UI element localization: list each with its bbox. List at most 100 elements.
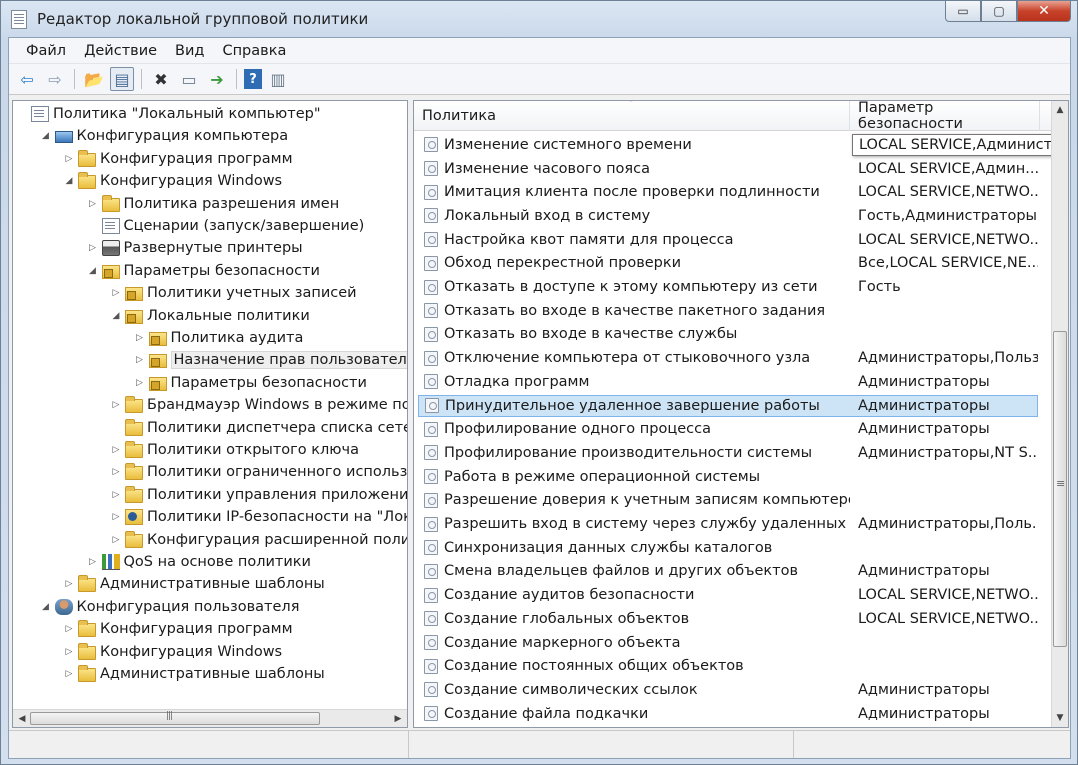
tree-node[interactable]: ▷ Брандмауэр Windows в режиме повыш: [109, 394, 407, 416]
policy-row[interactable]: Обход перекрестной проверки Все,LOCAL SER…: [414, 252, 1054, 276]
tree-node[interactable]: ◢ Конфигурация пользователя: [39, 596, 299, 618]
expand-arrow-icon[interactable]: ▷: [109, 288, 123, 298]
column-security-setting[interactable]: Параметр безопасности: [850, 101, 1040, 132]
expand-arrow-icon[interactable]: ▷: [62, 647, 76, 657]
tree-node[interactable]: ▷ Политики IP-безопасности на "Локаль: [109, 506, 407, 528]
forward-arrow-icon[interactable]: ⇨: [43, 67, 67, 91]
tree-node[interactable]: ▷ QoS на основе политики: [86, 551, 311, 573]
expand-arrow-icon[interactable]: ▷: [133, 378, 147, 388]
properties-icon[interactable]: ▭: [177, 67, 201, 91]
scroll-up-arrow-icon[interactable]: ▲: [1052, 102, 1068, 118]
maximize-button[interactable]: ▢: [981, 1, 1017, 22]
expand-arrow-icon[interactable]: ▷: [62, 154, 76, 164]
tree-node[interactable]: Политики диспетчера списка сетей: [109, 417, 407, 439]
tree-node[interactable]: Политика "Локальный компьютер": [15, 103, 321, 125]
expand-arrow-icon[interactable]: ▷: [133, 355, 147, 365]
menu-view[interactable]: Вид: [166, 43, 213, 59]
collapse-arrow-icon[interactable]: ◢: [62, 176, 76, 186]
policy-row[interactable]: Создание маркерного объекта: [414, 631, 1054, 655]
expand-arrow-icon[interactable]: ▷: [109, 490, 123, 500]
policy-row[interactable]: Отключение компьютера от стыковочного уз…: [414, 346, 1054, 370]
collapse-arrow-icon[interactable]: ◢: [39, 131, 53, 141]
tree-node[interactable]: ▷ Развернутые принтеры: [86, 237, 303, 259]
collapse-arrow-icon[interactable]: ◢: [39, 602, 53, 612]
policy-row[interactable]: Отказать в доступе к этому компьютеру из…: [414, 275, 1054, 299]
expand-arrow-icon[interactable]: ▷: [133, 333, 147, 343]
title-bar[interactable]: Редактор локальной групповой политики ▭ …: [1, 1, 1077, 37]
menu-action[interactable]: Действие: [75, 43, 166, 59]
menu-file[interactable]: Файл: [17, 43, 75, 59]
policy-row[interactable]: Профилирование одного процесса Администра…: [414, 417, 1054, 441]
policy-row[interactable]: Смена владельцев файлов и других объекто…: [414, 560, 1054, 584]
back-arrow-icon[interactable]: ⇦: [15, 67, 39, 91]
menu-help[interactable]: Справка: [213, 43, 295, 59]
policy-row[interactable]: Локальный вход в систему Гость,Администра…: [414, 204, 1054, 228]
console-tree-icon[interactable]: ▥: [266, 67, 290, 91]
delete-icon[interactable]: ✖: [149, 67, 173, 91]
list-vertical-scrollbar[interactable]: ▲ ▼: [1051, 101, 1068, 727]
policy-row[interactable]: Разрешение доверия к учетным записям ком…: [414, 489, 1054, 513]
tree-node[interactable]: ▷ Административные шаблоны: [62, 663, 325, 685]
collapse-arrow-icon[interactable]: ◢: [109, 311, 123, 321]
tree-node[interactable]: ◢ Конфигурация Windows: [62, 170, 282, 192]
policy-row[interactable]: Изменение часового пояса LOCAL SERVICE,Ад…: [414, 157, 1054, 181]
expand-arrow-icon[interactable]: ▷: [86, 243, 100, 253]
policy-row[interactable]: Отказать во входе в качестве службы: [414, 323, 1054, 347]
tree-node[interactable]: ▷ Конфигурация Windows: [62, 641, 282, 663]
policy-row[interactable]: Разрешить вход в систему через службу уд…: [414, 512, 1054, 536]
tree-node[interactable]: ▷ Конфигурация расширенной политики: [109, 529, 407, 551]
policy-row[interactable]: Создание аудитов безопасности LOCAL SERVI…: [414, 583, 1054, 607]
expand-arrow-icon[interactable]: ▷: [109, 400, 123, 410]
tree-node[interactable]: ◢ Локальные политики: [109, 305, 310, 327]
expand-arrow-icon[interactable]: ▷: [109, 512, 123, 522]
expand-arrow-icon[interactable]: ▷: [109, 467, 123, 477]
policy-row[interactable]: Имитация клиента после проверки подлинно…: [414, 180, 1054, 204]
column-policy[interactable]: Политика ˄: [414, 101, 850, 131]
policy-row[interactable]: Создание постоянных общих объектов: [414, 654, 1054, 678]
tree-node[interactable]: ▷ Политики ограниченного использован: [109, 461, 407, 483]
expand-arrow-icon[interactable]: ▷: [86, 199, 100, 209]
scroll-down-arrow-icon[interactable]: ▼: [1052, 710, 1068, 726]
list-scroll-thumb[interactable]: [1053, 331, 1067, 647]
tree-node[interactable]: ▷ Политика разрешения имен: [86, 193, 339, 215]
tree-node[interactable]: ▷ Конфигурация программ: [62, 148, 293, 170]
tree-node[interactable]: ▷ Конфигурация программ: [62, 618, 293, 640]
tree-node[interactable]: ▷ Политика аудита: [133, 327, 303, 349]
expand-arrow-icon[interactable]: ▷: [62, 624, 76, 634]
tree-node[interactable]: ▷ Политики учетных записей: [109, 282, 357, 304]
expand-arrow-icon[interactable]: ▷: [62, 579, 76, 589]
expand-arrow-icon[interactable]: ▷: [86, 557, 100, 567]
policy-row[interactable]: Профилирование производительности систем…: [414, 441, 1054, 465]
collapse-arrow-icon[interactable]: ◢: [86, 266, 100, 276]
show-hide-tree-icon[interactable]: ▤: [110, 67, 134, 91]
tree-node[interactable]: ◢ Параметры безопасности: [86, 260, 320, 282]
export-list-icon[interactable]: ➔: [205, 67, 229, 91]
policy-row[interactable]: Создание файла подкачки Администраторы: [414, 702, 1054, 726]
expand-arrow-icon[interactable]: ▷: [109, 535, 123, 545]
policy-row[interactable]: Создание символических ссылок Администрат…: [414, 678, 1054, 702]
tree-node[interactable]: ▷ Политики управления приложениями: [109, 484, 407, 506]
help-icon[interactable]: ?: [244, 69, 262, 89]
policy-row[interactable]: Принудительное удаленное завершение рабо…: [414, 394, 1054, 418]
expand-arrow-icon[interactable]: ▷: [109, 445, 123, 455]
policy-row[interactable]: Создание глобальных объектов LOCAL SERVIC…: [414, 607, 1054, 631]
tree-scroll-thumb[interactable]: [30, 711, 320, 725]
scroll-right-arrow-icon[interactable]: ▶: [390, 711, 406, 727]
policy-row[interactable]: Отказать во входе в качестве пакетного з…: [414, 299, 1054, 323]
tree-node[interactable]: ▷ Административные шаблоны: [62, 573, 325, 595]
tree-horizontal-scrollbar[interactable]: ◀ ▶: [13, 709, 407, 727]
policy-row[interactable]: Настройка квот памяти для процесса LOCAL …: [414, 228, 1054, 252]
minimize-button[interactable]: ▭: [945, 1, 981, 22]
tree-node[interactable]: ▷ Назначение прав пользователя: [133, 349, 407, 371]
tree-node[interactable]: ▷ Параметры безопасности: [133, 372, 367, 394]
scroll-left-arrow-icon[interactable]: ◀: [14, 711, 30, 727]
tree-node[interactable]: ◢ Конфигурация компьютера: [39, 125, 288, 147]
policy-row[interactable]: Синхронизация данных службы каталогов: [414, 536, 1054, 560]
up-folder-icon[interactable]: 📂: [82, 67, 106, 91]
policy-row[interactable]: Работа в режиме операционной системы: [414, 465, 1054, 489]
tree-node[interactable]: ▷ Политики открытого ключа: [109, 439, 359, 461]
policy-row[interactable]: Отладка программ Администраторы: [414, 370, 1054, 394]
expand-arrow-icon[interactable]: ▷: [62, 669, 76, 679]
close-button[interactable]: ✕: [1017, 1, 1071, 22]
tree-node[interactable]: Сценарии (запуск/завершение): [86, 215, 364, 237]
